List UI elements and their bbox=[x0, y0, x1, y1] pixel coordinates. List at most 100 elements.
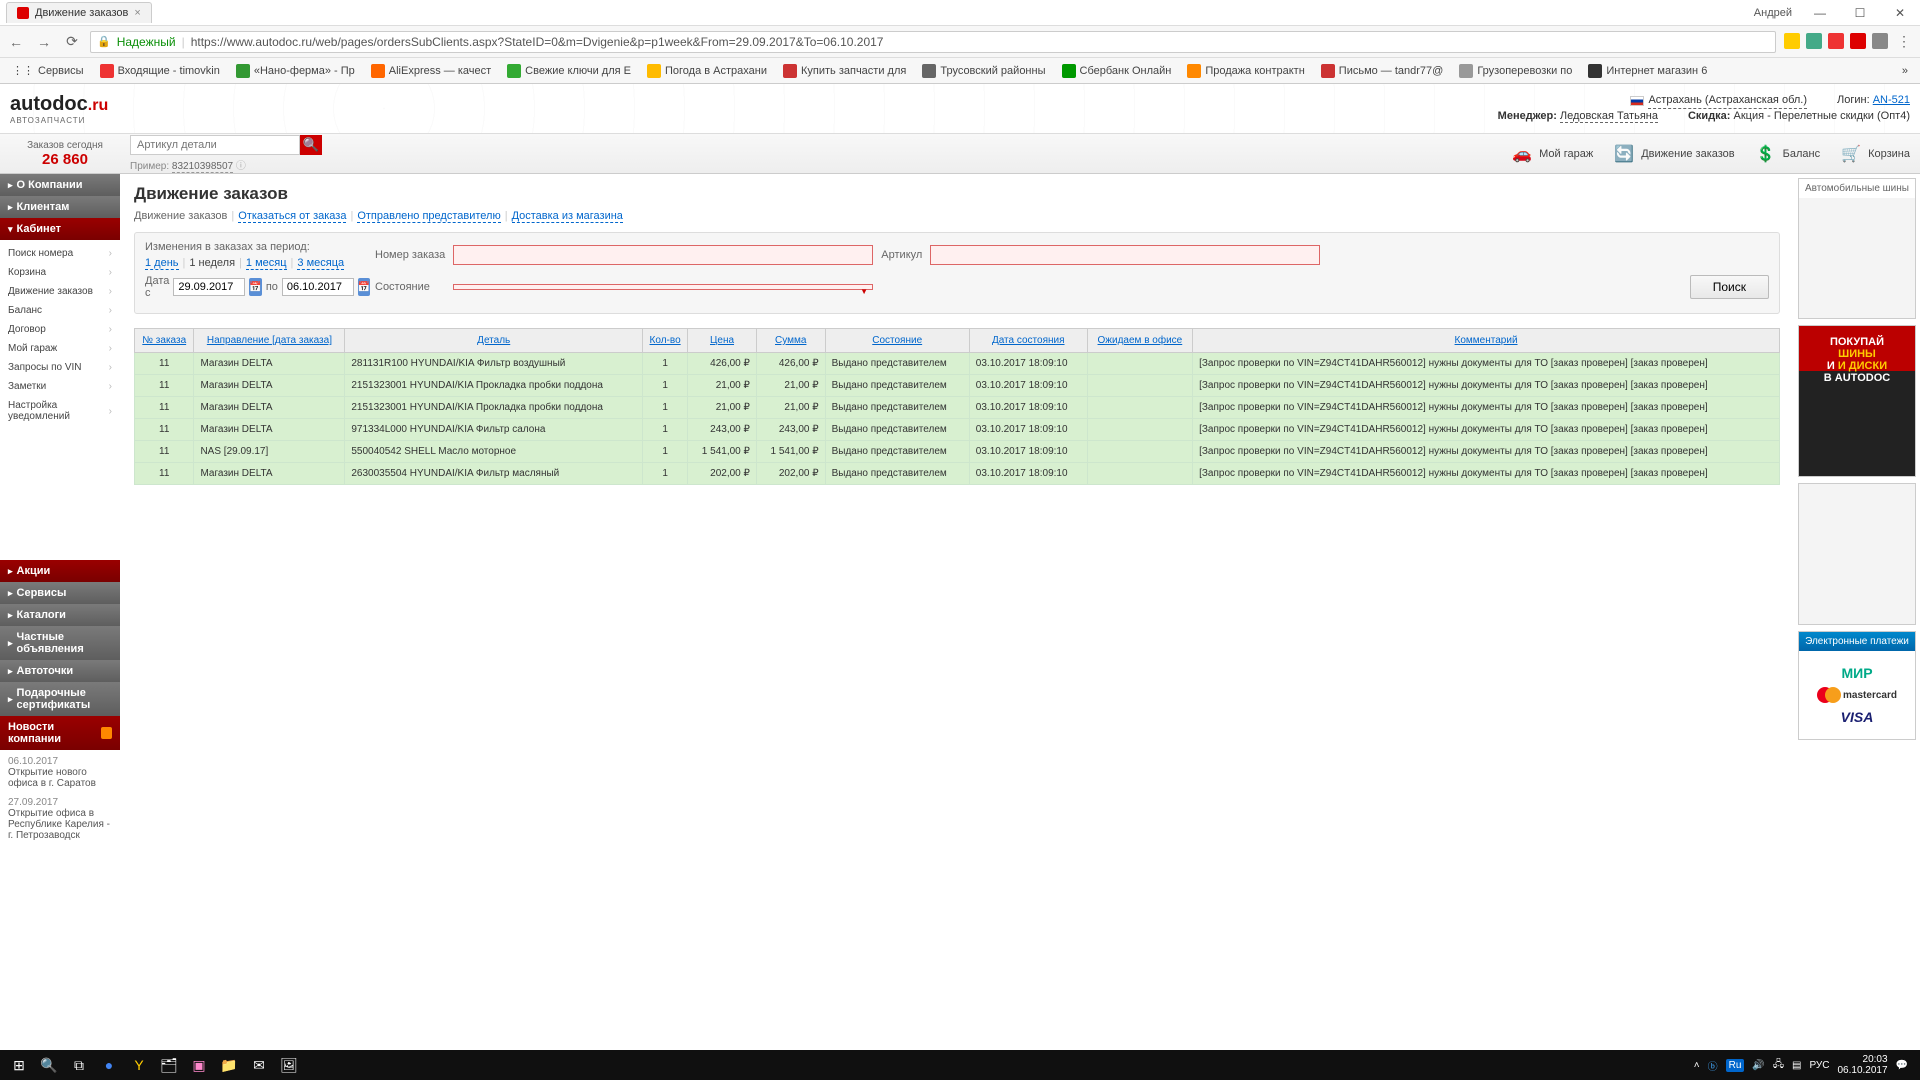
ext-icon[interactable] bbox=[1784, 33, 1800, 49]
bluetooth-icon[interactable]: ⓑ bbox=[1708, 1058, 1718, 1073]
browser-tab[interactable]: Движение заказов × bbox=[6, 2, 152, 23]
calendar-icon[interactable]: 📅 bbox=[358, 278, 370, 296]
lang-indicator[interactable]: РУС bbox=[1809, 1060, 1829, 1071]
bookmark-item[interactable]: Письмо — tandr77@ bbox=[1315, 62, 1450, 80]
nav-section[interactable]: Каталоги bbox=[0, 604, 120, 626]
tray-up-icon[interactable]: ˄ bbox=[1694, 1060, 1700, 1071]
bookmark-item[interactable]: Погода в Астрахани bbox=[641, 62, 773, 80]
nav-section[interactable]: Акции bbox=[0, 560, 120, 582]
table-row[interactable]: 11Магазин DELTA2151323001 HYUNDAI/KIA Пр… bbox=[135, 375, 1780, 397]
news-text[interactable]: Открытие нового офиса в г. Саратов bbox=[8, 767, 112, 789]
ad-tires-box[interactable]: Автомобильные шины bbox=[1798, 178, 1916, 319]
news-text[interactable]: Открытие офиса в Республике Карелия - г.… bbox=[8, 808, 112, 841]
nav-section[interactable]: Клиентам bbox=[0, 196, 120, 218]
ext-icon[interactable] bbox=[1872, 33, 1888, 49]
bookmark-item[interactable]: Грузоперевозки по bbox=[1453, 62, 1578, 80]
ad-promo[interactable]: ПОКУПАЙ ШИНЫ И И ДИСКИ В AUTODOC bbox=[1798, 325, 1916, 477]
bookmark-item[interactable]: Сбербанк Онлайн bbox=[1056, 62, 1178, 80]
reload-button[interactable]: ⟳ bbox=[62, 33, 82, 50]
toolbar-link[interactable]: 💲Баланс bbox=[1755, 143, 1820, 165]
article-search-input[interactable] bbox=[130, 135, 300, 155]
toolbar-link[interactable]: 🔄Движение заказов bbox=[1613, 143, 1734, 165]
news-header[interactable]: Новости компании bbox=[0, 716, 120, 750]
ext-icon[interactable] bbox=[1828, 33, 1844, 49]
table-row[interactable]: 11Магазин DELTA2630035504 HYUNDAI/KIA Фи… bbox=[135, 463, 1780, 485]
table-header[interactable]: Сумма bbox=[756, 329, 825, 353]
tray-icon[interactable]: ▤ bbox=[1792, 1060, 1801, 1071]
address-bar[interactable]: 🔒 Надежный | https://www.autodoc.ru/web/… bbox=[90, 31, 1776, 53]
tab-link[interactable]: Отправлено представителю bbox=[357, 210, 500, 223]
nav-item[interactable]: Настройка уведомлений bbox=[0, 396, 120, 426]
table-row[interactable]: 11NAS [29.09.17]550040542 SHELL Масло мо… bbox=[135, 441, 1780, 463]
nav-item[interactable]: Корзина bbox=[0, 263, 120, 282]
app-icon[interactable]: 🖼 bbox=[274, 1050, 304, 1080]
nav-item[interactable]: Договор bbox=[0, 320, 120, 339]
menu-button[interactable]: ⋮ bbox=[1894, 33, 1914, 50]
toolbar-link[interactable]: 🚗Мой гараж bbox=[1511, 143, 1593, 165]
close-tab-icon[interactable]: × bbox=[134, 7, 140, 19]
yandex-icon[interactable]: Y bbox=[124, 1050, 154, 1080]
clock[interactable]: 20:03 06.10.2017 bbox=[1837, 1054, 1887, 1076]
bookmarks-overflow[interactable]: » bbox=[1896, 63, 1914, 79]
bookmark-item[interactable]: Интернет магазин 6 bbox=[1582, 62, 1713, 80]
maximize-button[interactable]: ☐ bbox=[1840, 0, 1880, 26]
table-header[interactable]: № заказа bbox=[135, 329, 194, 353]
network-icon[interactable]: 🖧 bbox=[1773, 1057, 1784, 1074]
nav-item[interactable]: Мой гараж bbox=[0, 339, 120, 358]
app-icon[interactable]: 🗂 bbox=[154, 1050, 184, 1080]
toolbar-link[interactable]: 🛒Корзина bbox=[1840, 143, 1910, 165]
search-hint-value[interactable]: 83210398507 bbox=[172, 161, 233, 173]
app-icon[interactable]: ▣ bbox=[184, 1050, 214, 1080]
ad-screenshot[interactable] bbox=[1798, 483, 1916, 625]
table-header[interactable]: Комментарий bbox=[1193, 329, 1780, 353]
table-row[interactable]: 11Магазин DELTA281131R100 HYUNDAI/KIA Фи… bbox=[135, 353, 1780, 375]
calendar-icon[interactable]: 📅 bbox=[249, 278, 261, 296]
nav-section[interactable]: Кабинет bbox=[0, 218, 120, 240]
nav-section[interactable]: Сервисы bbox=[0, 582, 120, 604]
notifications-icon[interactable]: 💬 bbox=[1896, 1060, 1908, 1071]
table-header[interactable]: Направление [дата заказа] bbox=[194, 329, 345, 353]
chrome-user[interactable]: Андрей bbox=[1746, 7, 1800, 19]
bookmark-item[interactable]: Продажа контрактн bbox=[1181, 62, 1310, 80]
table-header[interactable]: Кол-во bbox=[643, 329, 688, 353]
login-link[interactable]: AN-521 bbox=[1873, 94, 1910, 106]
period-link[interactable]: 1 день bbox=[145, 257, 179, 270]
location[interactable]: Астрахань (Астраханская обл.) bbox=[1648, 93, 1807, 109]
task-view-icon[interactable]: ⧉ bbox=[64, 1050, 94, 1080]
table-header[interactable]: Деталь bbox=[345, 329, 643, 353]
date-to-input[interactable] bbox=[282, 278, 354, 296]
apps-button[interactable]: ⋮⋮Сервисы bbox=[6, 62, 90, 79]
ext-icon[interactable] bbox=[1806, 33, 1822, 49]
table-header[interactable]: Цена bbox=[688, 329, 757, 353]
forward-button[interactable]: → bbox=[34, 34, 54, 50]
tab-link[interactable]: Доставка из магазина bbox=[512, 210, 623, 223]
state-select[interactable] bbox=[453, 284, 873, 290]
bookmark-item[interactable]: «Нано-ферма» - Пр bbox=[230, 62, 361, 80]
nav-item[interactable]: Запросы по VIN bbox=[0, 358, 120, 377]
chrome-icon[interactable]: ● bbox=[94, 1050, 124, 1080]
logo[interactable]: autodoc.ru АВТОЗАПЧАСТИ bbox=[10, 93, 180, 125]
period-link[interactable]: 3 месяца bbox=[297, 257, 344, 270]
artikul-input[interactable] bbox=[930, 245, 1320, 265]
nav-item[interactable]: Поиск номера bbox=[0, 244, 120, 263]
nav-item[interactable]: Заметки bbox=[0, 377, 120, 396]
period-link[interactable]: 1 месяц bbox=[246, 257, 287, 270]
ext-icon[interactable] bbox=[1850, 33, 1866, 49]
table-row[interactable]: 11Магазин DELTA971334L000 HYUNDAI/KIA Фи… bbox=[135, 419, 1780, 441]
nav-item[interactable]: Баланс bbox=[0, 301, 120, 320]
bookmark-item[interactable]: Купить запчасти для bbox=[777, 62, 912, 80]
table-row[interactable]: 11Магазин DELTA2151323001 HYUNDAI/KIA Пр… bbox=[135, 397, 1780, 419]
order-number-input[interactable] bbox=[453, 245, 873, 265]
mail-icon[interactable]: ✉ bbox=[244, 1050, 274, 1080]
table-header[interactable]: Состояние bbox=[825, 329, 969, 353]
date-from-input[interactable] bbox=[173, 278, 245, 296]
minimize-button[interactable]: — bbox=[1800, 0, 1840, 26]
explorer-icon[interactable]: 📁 bbox=[214, 1050, 244, 1080]
nav-section[interactable]: О Компании bbox=[0, 174, 120, 196]
bookmark-item[interactable]: AliExpress — качест bbox=[365, 62, 497, 80]
bookmark-item[interactable]: Свежие ключи для E bbox=[501, 62, 637, 80]
table-header[interactable]: Дата состояния bbox=[969, 329, 1087, 353]
start-button[interactable]: ⊞ bbox=[4, 1050, 34, 1080]
nav-section[interactable]: Подарочные сертификаты bbox=[0, 682, 120, 716]
nav-section[interactable]: Автоточки bbox=[0, 660, 120, 682]
